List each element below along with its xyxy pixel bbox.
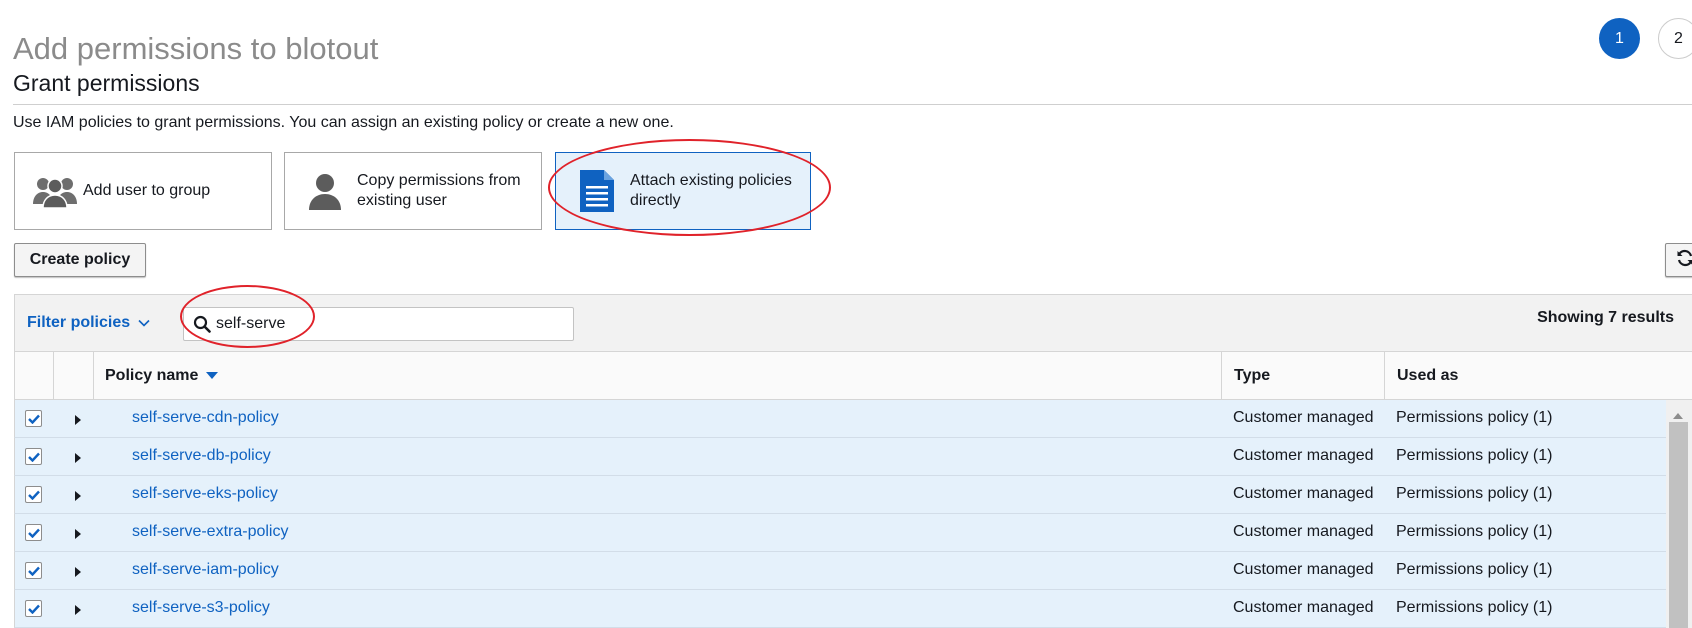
- column-header-used-as[interactable]: Used as: [1397, 367, 1458, 385]
- table-row[interactable]: self-serve-s3-policy Customer managed Pe…: [14, 590, 1666, 628]
- section-description: Use IAM policies to grant permissions. Y…: [13, 114, 674, 131]
- expand-row-icon[interactable]: [70, 450, 86, 466]
- policy-used-as: Permissions policy (1): [1396, 561, 1553, 578]
- column-label: Policy name: [105, 367, 199, 384]
- policy-name-link[interactable]: self-serve-extra-policy: [132, 523, 288, 541]
- row-checkbox[interactable]: [25, 486, 42, 503]
- section-divider: [13, 104, 1692, 105]
- scrollbar-thumb[interactable]: [1669, 422, 1688, 628]
- column-header-policy-name[interactable]: Policy name: [105, 367, 219, 385]
- policy-used-as: Permissions policy (1): [1396, 523, 1553, 540]
- expand-row-icon[interactable]: [70, 412, 86, 428]
- policy-table-body: self-serve-cdn-policy Customer managed P…: [14, 400, 1666, 628]
- table-scrollbar[interactable]: [1666, 400, 1692, 628]
- refresh-button[interactable]: [1665, 243, 1692, 277]
- checkmark-icon: [27, 528, 40, 538]
- policy-type: Customer managed: [1233, 409, 1374, 426]
- policy-used-as: Permissions policy (1): [1396, 447, 1553, 464]
- policy-type: Customer managed: [1233, 523, 1374, 540]
- option-label: Copy permissions from existing user: [357, 172, 521, 209]
- option-add-user-to-group[interactable]: Add user to group: [14, 152, 272, 230]
- filter-policies-dropdown[interactable]: Filter policies: [27, 314, 150, 332]
- option-copy-permissions[interactable]: Copy permissions from existing user: [284, 152, 542, 230]
- table-row[interactable]: self-serve-iam-policy Customer managed P…: [14, 552, 1666, 590]
- policy-type: Customer managed: [1233, 599, 1374, 616]
- row-checkbox[interactable]: [25, 448, 42, 465]
- results-count: Showing 7 results: [1537, 309, 1674, 326]
- table-row[interactable]: self-serve-cdn-policy Customer managed P…: [14, 400, 1666, 438]
- checkmark-icon: [27, 452, 40, 462]
- expand-row-icon[interactable]: [70, 602, 86, 618]
- table-row[interactable]: self-serve-db-policy Customer managed Pe…: [14, 438, 1666, 476]
- create-policy-button[interactable]: Create policy: [14, 243, 146, 277]
- checkmark-icon: [27, 414, 40, 424]
- table-row[interactable]: self-serve-eks-policy Customer managed P…: [14, 476, 1666, 514]
- users-group-icon: [27, 174, 83, 208]
- policy-type: Customer managed: [1233, 485, 1374, 502]
- policy-name-link[interactable]: self-serve-s3-policy: [132, 599, 270, 617]
- document-icon: [572, 170, 622, 212]
- policy-used-as: Permissions policy (1): [1396, 485, 1553, 502]
- step-2-indicator[interactable]: 2: [1658, 18, 1692, 59]
- filter-label: Filter policies: [27, 314, 131, 331]
- policy-name-link[interactable]: self-serve-cdn-policy: [132, 409, 279, 427]
- step-1-indicator[interactable]: 1: [1599, 18, 1640, 59]
- table-header: Policy name Type Used as: [14, 352, 1692, 400]
- policy-name-link[interactable]: self-serve-eks-policy: [132, 485, 278, 503]
- section-title: Grant permissions: [13, 70, 200, 96]
- chevron-down-icon: [138, 314, 150, 332]
- sort-descending-icon: [206, 367, 219, 385]
- policy-used-as: Permissions policy (1): [1396, 599, 1553, 616]
- page-title: Add permissions to blotout: [13, 30, 379, 66]
- column-divider: [93, 352, 94, 399]
- search-icon: [188, 315, 216, 333]
- search-box[interactable]: [183, 307, 574, 341]
- row-checkbox[interactable]: [25, 524, 42, 541]
- column-divider: [1384, 352, 1385, 399]
- checkmark-icon: [27, 566, 40, 576]
- column-divider: [1221, 352, 1222, 399]
- refresh-icon: [1676, 249, 1692, 272]
- row-checkbox[interactable]: [25, 600, 42, 617]
- column-divider: [53, 352, 54, 399]
- table-row[interactable]: self-serve-extra-policy Customer managed…: [14, 514, 1666, 552]
- row-checkbox[interactable]: [25, 562, 42, 579]
- expand-row-icon[interactable]: [70, 488, 86, 504]
- expand-row-icon[interactable]: [70, 526, 86, 542]
- policy-used-as: Permissions policy (1): [1396, 409, 1553, 426]
- policy-name-link[interactable]: self-serve-iam-policy: [132, 561, 279, 579]
- policy-name-link[interactable]: self-serve-db-policy: [132, 447, 271, 465]
- option-label: Add user to group: [83, 182, 211, 199]
- option-label: Attach existing policies directly: [630, 172, 792, 209]
- search-input[interactable]: [216, 315, 566, 333]
- expand-row-icon[interactable]: [70, 564, 86, 580]
- filter-bar: Filter policies Showing 7 results: [14, 294, 1692, 352]
- policy-type: Customer managed: [1233, 561, 1374, 578]
- checkmark-icon: [27, 490, 40, 500]
- checkmark-icon: [27, 604, 40, 614]
- user-icon: [303, 172, 347, 210]
- row-checkbox[interactable]: [25, 410, 42, 427]
- column-header-type[interactable]: Type: [1234, 367, 1270, 385]
- policy-type: Customer managed: [1233, 447, 1374, 464]
- option-attach-policies[interactable]: Attach existing policies directly: [555, 152, 811, 230]
